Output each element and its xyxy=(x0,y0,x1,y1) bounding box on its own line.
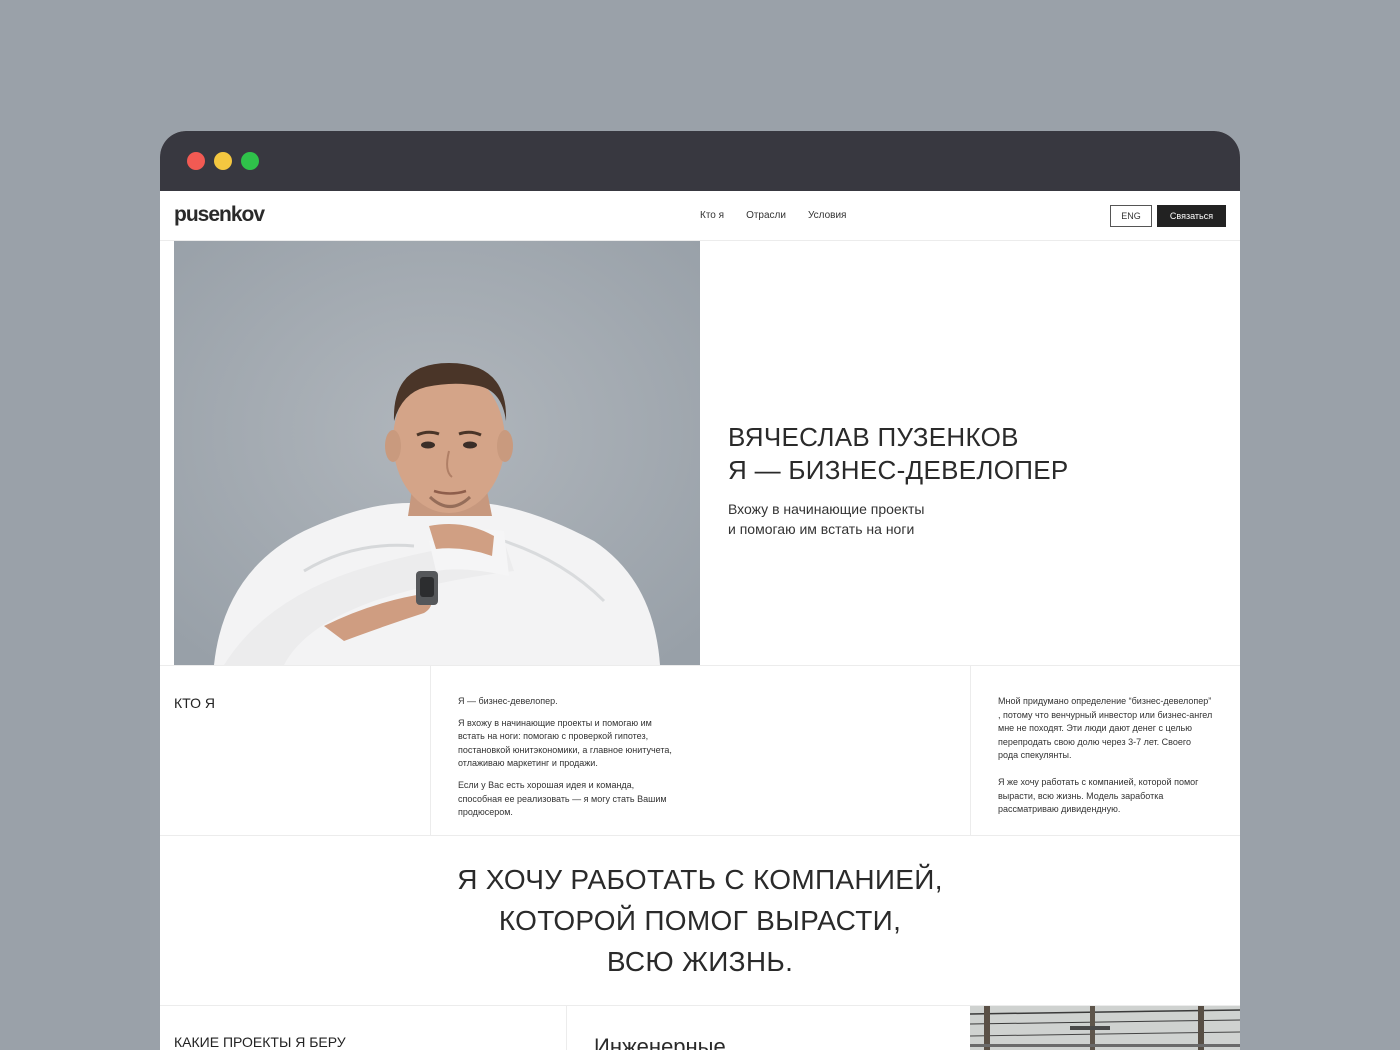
portrait-photo xyxy=(174,241,700,665)
hero-title-line-1: ВЯЧЕСЛАВ ПУЗЕНКОВ xyxy=(728,422,1019,452)
hero-section: ВЯЧЕСЛАВ ПУЗЕНКОВ Я — БИЗНЕС-ДЕВЕЛОПЕР В… xyxy=(160,241,1240,666)
project-item-title[interactable]: Инженерные xyxy=(594,1034,726,1050)
quote-section: Я ХОЧУ РАБОТАТЬ С КОМПАНИЕЙ, КОТОРОЙ ПОМ… xyxy=(160,836,1240,1006)
who-paragraph: Я же хочу работать с компанией, которой … xyxy=(998,776,1199,815)
who-heading: КТО Я xyxy=(174,695,215,711)
nav-link-terms[interactable]: Условия xyxy=(808,210,847,221)
who-paragraph: Мной придумано определение “бизнес-девел… xyxy=(998,696,1213,761)
who-paragraph: Я вхожу в начинающие проекты и помогаю и… xyxy=(458,717,672,769)
contact-button[interactable]: Связаться xyxy=(1157,205,1226,227)
who-section: КТО Я Я — бизнес-девелопер. Я вхожу в на… xyxy=(160,666,1240,836)
column-divider xyxy=(430,666,431,836)
who-right-text: Мной придумано определение “бизнес-девел… xyxy=(998,695,1213,830)
who-paragraph: Если у Вас есть хорошая идея и команда, … xyxy=(458,779,667,818)
quote-line-1: Я ХОЧУ РАБОТАТЬ С КОМПАНИЕЙ, xyxy=(457,864,943,895)
projects-section: КАКИЕ ПРОЕКТЫ Я БЕРУ Инженерные xyxy=(160,1006,1240,1050)
quote-line-2: КОТОРОЙ ПОМОГ ВЫРАСТИ, xyxy=(498,905,902,936)
who-middle-text: Я — бизнес-девелопер. Я вхожу в начинающ… xyxy=(458,695,673,828)
web-page: pusenkov Кто я Отрасли Условия ENG Связа… xyxy=(160,191,1240,1050)
who-paragraph: Я — бизнес-девелопер. xyxy=(458,696,558,706)
column-divider xyxy=(970,666,971,836)
project-photo xyxy=(970,1006,1240,1050)
hero-subtitle-line-2: и помогаю им встать на ноги xyxy=(728,521,915,537)
hero-title-line-2: Я — БИЗНЕС-ДЕВЕЛОПЕР xyxy=(728,455,1069,485)
hero-text-block: ВЯЧЕСЛАВ ПУЗЕНКОВ Я — БИЗНЕС-ДЕВЕЛОПЕР В… xyxy=(728,421,1069,539)
language-button[interactable]: ENG xyxy=(1110,205,1152,227)
quote-line-3: ВСЮ ЖИЗНЬ. xyxy=(606,946,794,977)
hero-title: ВЯЧЕСЛАВ ПУЗЕНКОВ Я — БИЗНЕС-ДЕВЕЛОПЕР xyxy=(728,421,1069,487)
main-nav: Кто я Отрасли Условия xyxy=(700,210,846,221)
column-divider xyxy=(566,1006,567,1050)
nav-link-who[interactable]: Кто я xyxy=(700,210,724,221)
hero-subtitle-line-1: Вхожу в начинающие проекты xyxy=(728,501,925,517)
site-header: pusenkov Кто я Отрасли Условия ENG Связа… xyxy=(160,191,1240,241)
quote-text: Я ХОЧУ РАБОТАТЬ С КОМПАНИЕЙ, КОТОРОЙ ПОМ… xyxy=(160,859,1240,982)
minimize-window-icon[interactable] xyxy=(214,152,232,170)
power-lines-illustration xyxy=(970,1006,1240,1050)
close-window-icon[interactable] xyxy=(187,152,205,170)
window-titlebar xyxy=(160,131,1240,191)
maximize-window-icon[interactable] xyxy=(241,152,259,170)
hero-subtitle: Вхожу в начинающие проекты и помогаю им … xyxy=(728,499,1069,539)
browser-window: pusenkov Кто я Отрасли Условия ENG Связа… xyxy=(160,131,1240,1050)
projects-heading: КАКИЕ ПРОЕКТЫ Я БЕРУ xyxy=(174,1034,346,1050)
site-logo[interactable]: pusenkov xyxy=(174,203,265,227)
nav-link-industries[interactable]: Отрасли xyxy=(746,210,786,221)
portrait-illustration xyxy=(174,241,700,665)
